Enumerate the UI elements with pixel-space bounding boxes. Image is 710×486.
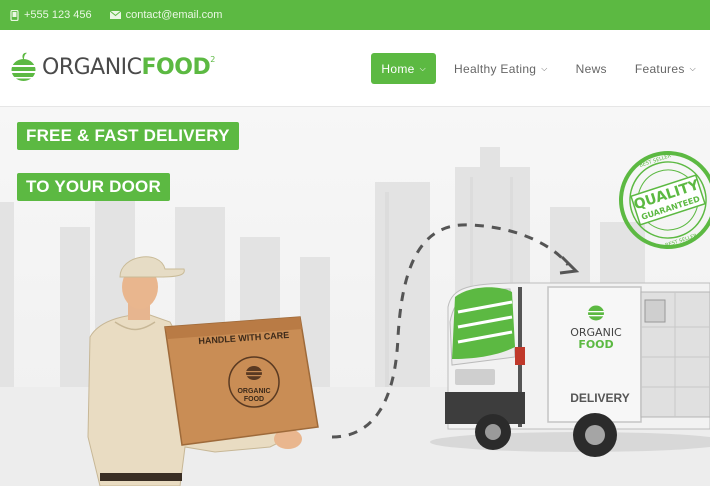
email-contact[interactable]: contact@email.com: [109, 9, 223, 21]
apple-logo-icon: [11, 52, 36, 81]
logo-mark: 2: [210, 54, 215, 64]
cardboard-box-image: HANDLE WITH CARE ORGANIC FOOD: [164, 316, 319, 446]
main-nav: Home ⌵ Healthy Eating ⌵ News Features ⌵: [363, 53, 710, 84]
van-brand-food: FOOD: [578, 338, 613, 351]
nav-features[interactable]: Features ⌵: [625, 53, 706, 84]
box-brand-organic: ORGANIC: [237, 388, 270, 395]
envelope-icon: [109, 11, 121, 19]
phone-number: +555 123 456: [24, 9, 92, 21]
nav-news[interactable]: News: [566, 53, 617, 84]
chevron-down-icon: ⌵: [419, 63, 427, 73]
arrow-head-icon: [559, 255, 580, 275]
phone-contact[interactable]: +555 123 456: [10, 9, 92, 21]
chevron-down-icon: ⌵: [541, 63, 548, 73]
nav-features-label: Features: [634, 61, 685, 76]
nav-home[interactable]: Home ⌵: [371, 53, 437, 84]
site-logo[interactable]: ORGANICFOOD2: [10, 52, 215, 82]
site-header: ORGANICFOOD2 Home ⌵ Healthy Eating ⌵ New…: [0, 30, 710, 107]
phone-icon: [10, 9, 19, 21]
nav-news-label: News: [575, 61, 607, 76]
delivery-van-image: ORGANIC FOOD DELIVERY: [430, 282, 710, 457]
logo-wordmark: ORGANICFOOD2: [42, 55, 215, 80]
nav-home-label: Home: [381, 61, 415, 76]
logo-word-food: FOOD: [141, 54, 211, 80]
top-contact-bar: +555 123 456 contact@email.com: [0, 0, 710, 30]
nav-healthy-eating-label: Healthy Eating: [454, 61, 537, 76]
hero-slider: FREE & FAST DELIVERY TO YOUR DOOR QUALIT…: [0, 107, 710, 486]
van-delivery-label: DELIVERY: [570, 391, 630, 405]
quality-stamp: QUALITY GUARANTEED BEST SELLER BEST SELL…: [619, 151, 710, 249]
delivery-scene: QUALITY GUARANTEED BEST SELLER BEST SELL…: [87, 151, 710, 486]
chevron-down-icon: ⌵: [689, 63, 696, 73]
nav-healthy-eating[interactable]: Healthy Eating ⌵: [444, 53, 558, 84]
email-address: contact@email.com: [125, 9, 223, 21]
box-brand-food: FOOD: [244, 396, 264, 403]
logo-word-organic: ORGANIC: [42, 54, 142, 80]
